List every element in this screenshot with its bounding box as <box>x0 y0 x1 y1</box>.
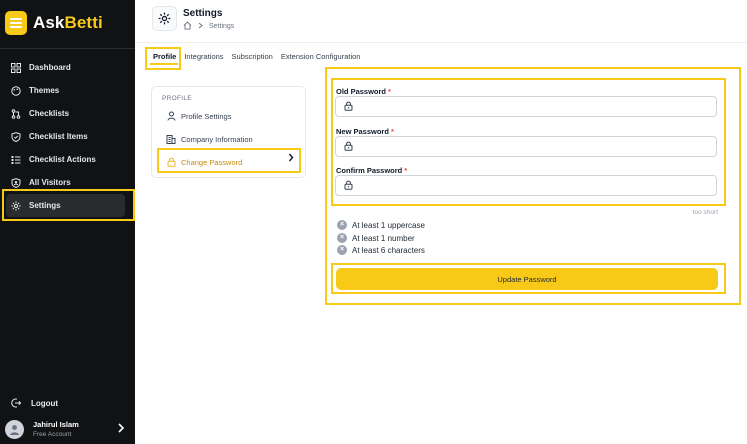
user-profile-menu[interactable]: Jahirul Islam Free Account <box>5 418 130 440</box>
new-password-input[interactable] <box>359 142 699 151</box>
sidebar: AskBetti Dashboard Themes Checklists Che… <box>0 0 135 444</box>
sidebar-item-label: Checklists <box>29 109 70 118</box>
required-marker: * <box>390 127 394 136</box>
tab-integrations[interactable]: Integrations <box>181 50 226 63</box>
lock-icon <box>344 177 353 195</box>
settings-tabs: Profile Integrations Subscription Extens… <box>150 50 365 63</box>
dashboard-grid-icon <box>11 62 21 73</box>
sidebar-item-label: Checklist Actions <box>29 155 96 164</box>
shield-check-icon <box>11 131 21 142</box>
sidebar-item-label: All Visitors <box>29 178 71 187</box>
breadcrumb-current: Settings <box>209 23 235 30</box>
branch-icon <box>11 108 21 119</box>
sidebar-item-checklist-items[interactable]: Checklist Items <box>0 125 135 148</box>
password-rule-uppercase: × At least 1 uppercase <box>337 220 425 230</box>
building-icon <box>166 134 176 144</box>
x-circle-icon: × <box>337 220 347 230</box>
old-password-label: Old Password * <box>336 87 391 96</box>
settings-highlight-box <box>2 189 135 221</box>
sidebar-item-checklist-actions[interactable]: Checklist Actions <box>0 148 135 171</box>
rule-label: At least 1 number <box>352 233 415 243</box>
checklist-logo-icon <box>5 11 27 35</box>
menu-item-label: Profile Settings <box>181 111 232 121</box>
brand-logo[interactable]: AskBetti <box>5 10 103 36</box>
profile-menu-heading: PROFILE <box>162 95 192 102</box>
x-circle-icon: × <box>337 245 347 255</box>
home-icon[interactable] <box>183 21 192 32</box>
palette-icon <box>11 85 21 96</box>
sidebar-item-dashboard[interactable]: Dashboard <box>0 56 135 79</box>
update-password-button[interactable]: Update Password <box>336 268 718 290</box>
page-title: Settings <box>183 8 223 19</box>
old-password-input[interactable] <box>359 102 699 111</box>
password-rule-length: × At least 6 characters <box>337 245 425 255</box>
chevron-right-icon <box>117 422 125 437</box>
menu-item-label: Company Information <box>181 134 253 144</box>
user-plan: Free Account <box>33 431 72 438</box>
required-marker: * <box>404 166 408 175</box>
old-password-field[interactable] <box>335 96 717 117</box>
list-icon <box>11 155 21 165</box>
profile-menu-item-profile-settings[interactable]: Profile Settings <box>166 109 231 123</box>
new-password-field[interactable] <box>335 136 717 157</box>
brand-name: AskBetti <box>33 13 103 32</box>
profile-menu-item-company-information[interactable]: Company Information <box>166 132 253 146</box>
page-header: Settings Settings <box>135 0 747 40</box>
required-marker: * <box>388 87 391 96</box>
avatar <box>5 419 24 439</box>
password-rule-number: × At least 1 number <box>337 233 415 243</box>
rule-label: At least 1 uppercase <box>352 220 425 230</box>
sidebar-item-label: Checklist Items <box>29 132 88 141</box>
password-strength-text: too short <box>692 209 718 216</box>
logout-label: Logout <box>31 398 59 408</box>
user-name: Jahirul Islam <box>33 420 79 429</box>
logout-button[interactable]: Logout <box>11 398 58 408</box>
sidebar-item-themes[interactable]: Themes <box>0 79 135 102</box>
gear-icon <box>152 6 177 31</box>
confirm-password-input[interactable] <box>359 181 699 190</box>
x-circle-icon: × <box>337 233 347 243</box>
rule-label: At least 6 characters <box>352 245 425 255</box>
confirm-password-label: Confirm Password * <box>336 166 408 175</box>
new-password-label: New Password * <box>336 127 394 136</box>
sidebar-item-checklists[interactable]: Checklists <box>0 102 135 125</box>
confirm-password-field[interactable] <box>335 175 717 196</box>
breadcrumb: Settings <box>183 21 234 32</box>
sidebar-item-label: Dashboard <box>29 63 71 72</box>
chevron-right-icon <box>198 22 203 31</box>
profile-tab-highlight-box <box>145 47 181 70</box>
user-shield-icon <box>11 177 21 188</box>
sidebar-item-label: Themes <box>29 86 60 95</box>
tab-extension-configuration[interactable]: Extension Configuration <box>278 50 364 63</box>
sidebar-divider <box>0 48 135 49</box>
tab-subscription[interactable]: Subscription <box>229 50 276 63</box>
lock-icon <box>344 98 353 116</box>
change-password-highlight-box <box>157 148 301 173</box>
lock-icon <box>344 138 353 156</box>
user-icon <box>166 111 176 121</box>
header-divider <box>135 42 747 43</box>
logout-icon <box>11 398 21 408</box>
user-info: Jahirul Islam Free Account <box>33 420 79 438</box>
